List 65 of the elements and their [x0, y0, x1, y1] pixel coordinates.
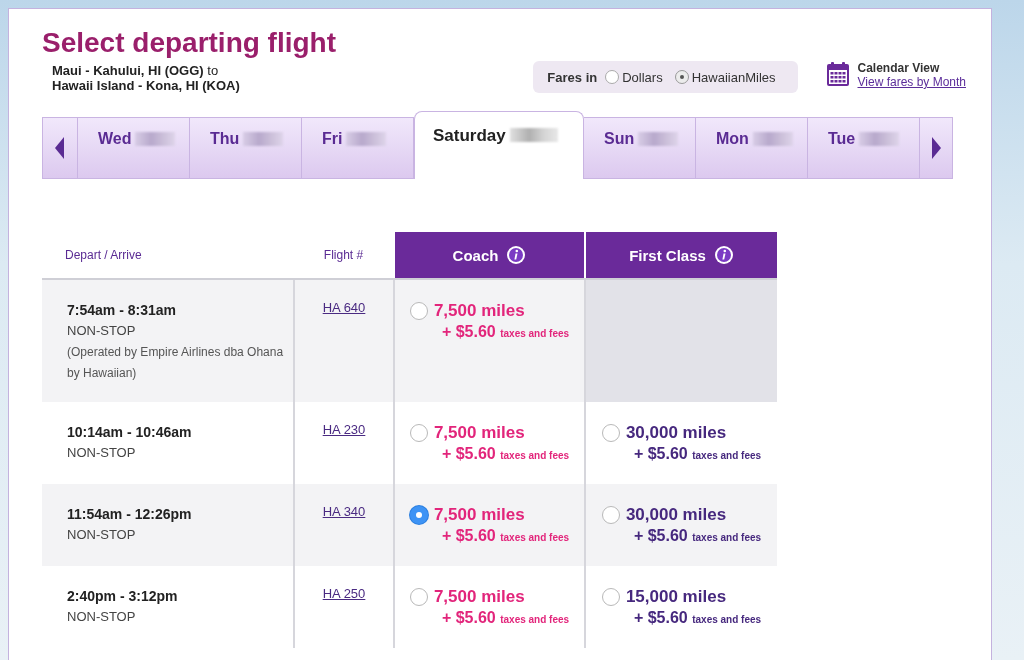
- previous-dates-button[interactable]: [42, 117, 78, 179]
- left-arrow-icon: [55, 137, 65, 159]
- fee-text: + $5.60 taxes and fees: [441, 445, 570, 463]
- fare-radio[interactable]: [409, 588, 428, 606]
- fare-radio[interactable]: [409, 424, 428, 442]
- fare-radio[interactable]: [409, 302, 428, 320]
- redacted-date: [638, 132, 679, 146]
- info-icon[interactable]: [713, 245, 734, 265]
- redacted-date: [509, 128, 558, 142]
- redacted-date: [859, 132, 900, 146]
- currency-option[interactable]: HawaiianMiles: [674, 69, 776, 85]
- flight-time: 7:54am - 8:31am: [67, 302, 177, 318]
- miles-price: 7,500 miles: [433, 423, 526, 443]
- stops-text: NON-STOP: [67, 527, 137, 542]
- next-dates-button[interactable]: [920, 117, 953, 179]
- date-tab[interactable]: Thu: [190, 117, 302, 179]
- calendar-title: Calendar View: [857, 61, 941, 75]
- fee-text: + $5.60 taxes and fees: [633, 609, 762, 627]
- fare-radio[interactable]: [601, 588, 620, 606]
- operator-note: (Operated by Empire Airlines dba Ohana by Hawaiian): [67, 344, 285, 382]
- currency-option[interactable]: Dollars: [605, 69, 663, 85]
- flight-number-link[interactable]: HA 640: [322, 300, 366, 315]
- date-tab[interactable]: Tue: [808, 117, 920, 179]
- date-tab[interactable]: Fri: [302, 117, 414, 179]
- flight-number-link[interactable]: HA 250: [322, 586, 366, 601]
- flight-time: 10:14am - 10:46am: [67, 424, 193, 440]
- fares-label: Fares in: [547, 69, 598, 85]
- miles-price: 30,000 miles: [625, 423, 728, 443]
- route-text: Maui - Kahului, HI (OGG) to: [52, 63, 220, 78]
- redacted-date: [752, 132, 793, 146]
- column-header: Coach: [394, 232, 585, 279]
- calendar-icon[interactable]: [825, 61, 850, 87]
- fare-radio[interactable]: [601, 424, 620, 442]
- fee-text: + $5.60 taxes and fees: [441, 323, 570, 341]
- date-tab[interactable]: Wed: [78, 117, 190, 179]
- date-tab[interactable]: Saturday: [414, 111, 584, 179]
- miles-price: 7,500 miles: [433, 301, 526, 321]
- fee-text: + $5.60 taxes and fees: [633, 445, 762, 463]
- stops-text: NON-STOP: [67, 445, 137, 460]
- info-icon[interactable]: [506, 245, 527, 265]
- right-arrow-icon: [931, 137, 941, 159]
- flight-time: 11:54am - 12:26pm: [67, 506, 193, 522]
- redacted-date: [135, 132, 176, 146]
- fee-text: + $5.60 taxes and fees: [441, 527, 570, 545]
- column-header: First Class: [585, 232, 777, 279]
- stops-text: NON-STOP: [67, 323, 137, 338]
- redacted-date: [243, 132, 284, 146]
- fee-text: + $5.60 taxes and fees: [441, 609, 570, 627]
- fare-radio[interactable]: [601, 506, 620, 524]
- miles-price: 7,500 miles: [433, 505, 526, 525]
- flight-number-link[interactable]: HA 340: [322, 504, 366, 519]
- fare-radio[interactable]: [409, 506, 428, 524]
- route-text: Hawaii Island - Kona, HI (KOA): [52, 78, 241, 93]
- flight-number-link[interactable]: HA 230: [322, 422, 366, 437]
- page-title: Select departing flight: [42, 27, 338, 59]
- stops-text: NON-STOP: [67, 609, 137, 624]
- fee-text: + $5.60 taxes and fees: [633, 527, 762, 545]
- date-tab[interactable]: Sun: [584, 117, 696, 179]
- miles-price: 30,000 miles: [625, 505, 728, 525]
- date-tab[interactable]: Mon: [696, 117, 808, 179]
- flight-time: 2:40pm - 3:12pm: [67, 588, 179, 604]
- month-fares-link[interactable]: View fares by Month: [857, 75, 966, 89]
- miles-price: 15,000 miles: [625, 587, 728, 607]
- redacted-date: [346, 132, 387, 146]
- miles-price: 7,500 miles: [433, 587, 526, 607]
